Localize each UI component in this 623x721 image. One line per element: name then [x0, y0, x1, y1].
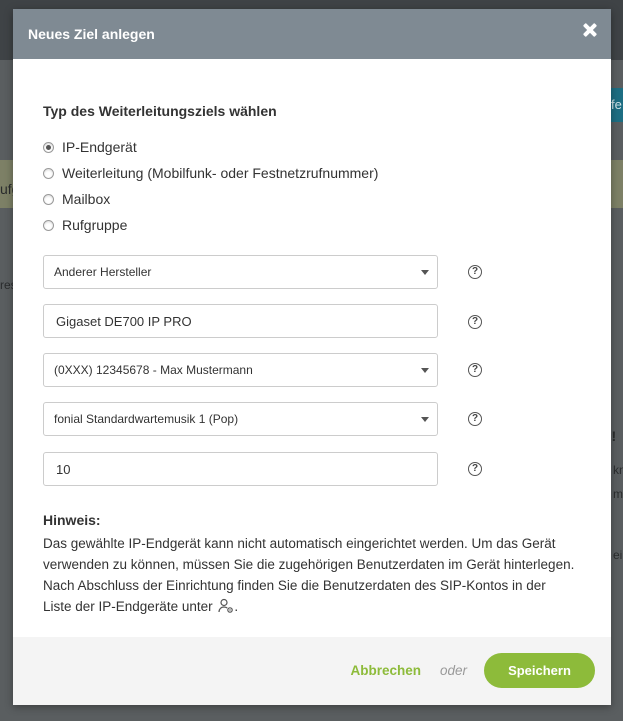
radio-ip-device[interactable]: IP-Endgerät — [43, 139, 137, 155]
device-name-input[interactable]: Gigaset DE700 IP PRO — [43, 304, 438, 338]
number-input[interactable]: 10 — [43, 452, 438, 486]
background-text: me — [613, 487, 623, 501]
hint-body: Das gewählte IP-Endgerät kann nicht auto… — [43, 536, 575, 614]
background-text: fe — [611, 97, 622, 112]
radio-label: Mailbox — [62, 191, 111, 207]
hold-music-value: fonial Standardwartemusik 1 (Pop) — [54, 412, 239, 426]
radio-label: Weiterleitung (Mobilfunk- oder Festnetzr… — [62, 165, 379, 181]
help-icon[interactable]: ? — [468, 315, 482, 329]
help-icon[interactable]: ? — [468, 462, 482, 476]
close-icon[interactable] — [583, 23, 597, 37]
chevron-down-icon — [421, 270, 429, 275]
save-button[interactable]: Speichern — [484, 653, 595, 688]
radio-forwarding[interactable]: Weiterleitung (Mobilfunk- oder Festnetzr… — [43, 165, 378, 181]
or-separator: oder — [439, 663, 467, 678]
hint-title: Hinweis: — [43, 512, 101, 528]
radio-button-checked[interactable] — [43, 141, 54, 153]
new-target-dialog: Neues Ziel anlegen Typ des Weiterleitung… — [13, 9, 611, 705]
dialog-footer: Abbrechen oder Speichern — [13, 637, 611, 705]
help-icon[interactable]: ? — [468, 412, 482, 426]
radio-button[interactable] — [43, 167, 54, 179]
radio-button[interactable] — [43, 219, 54, 231]
background-text: kn — [613, 463, 623, 477]
chevron-down-icon — [421, 368, 429, 373]
radio-button[interactable] — [43, 193, 54, 205]
manufacturer-select[interactable]: Anderer Hersteller — [43, 255, 438, 289]
dialog-title: Neues Ziel anlegen — [28, 26, 155, 42]
chevron-down-icon — [421, 417, 429, 422]
device-name-value: Gigaset DE700 IP PRO — [56, 313, 192, 329]
background-text: ei — [613, 548, 623, 562]
radio-label: IP-Endgerät — [62, 139, 137, 155]
number-value: 10 — [56, 461, 71, 477]
radio-label: Rufgruppe — [62, 217, 128, 233]
section-title: Typ des Weiterleitungsziels wählen — [43, 103, 277, 119]
help-icon[interactable]: ? — [468, 363, 482, 377]
hint-end: . — [234, 599, 239, 614]
phone-number-select[interactable]: (0XXX) 12345678 - Max Mustermann — [43, 353, 438, 387]
radio-mailbox[interactable]: Mailbox — [43, 191, 110, 207]
manufacturer-value: Anderer Hersteller — [54, 265, 152, 279]
hint-text: Das gewählte IP-Endgerät kann nicht auto… — [43, 533, 578, 620]
help-icon[interactable]: ? — [468, 265, 482, 279]
radio-ring-group[interactable]: Rufgruppe — [43, 217, 127, 233]
phone-number-value: (0XXX) 12345678 - Max Mustermann — [54, 363, 253, 377]
cancel-link[interactable]: Abbrechen — [350, 663, 421, 678]
user-settings-icon — [218, 598, 234, 620]
dialog-header: Neues Ziel anlegen — [13, 9, 611, 59]
hold-music-select[interactable]: fonial Standardwartemusik 1 (Pop) — [43, 402, 438, 436]
